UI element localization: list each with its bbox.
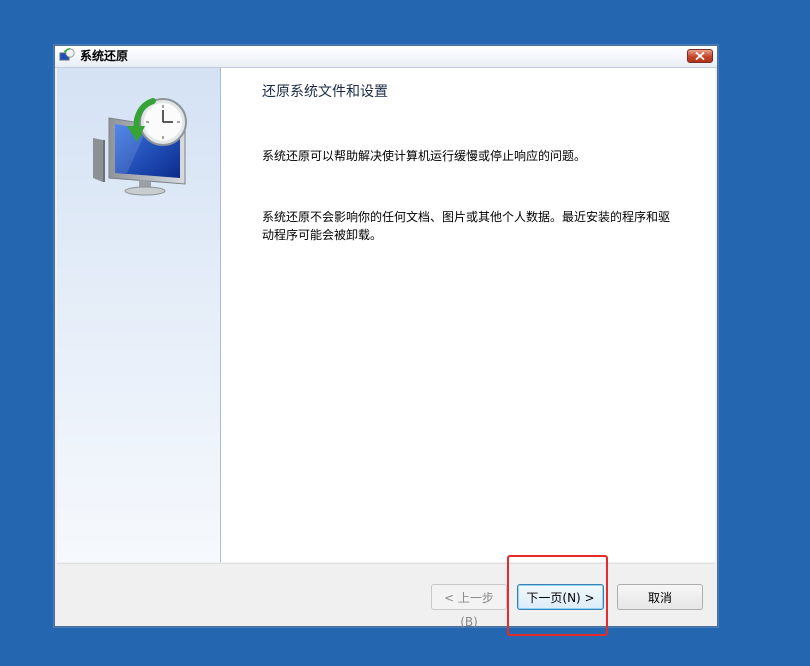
system-restore-window: 系统还原 还原系统文件和设置 系统还原可以帮助解决使计算机运行缓慢或停止响应的问… <box>54 45 718 629</box>
content-panel: 还原系统文件和设置 系统还原可以帮助解决使计算机运行缓慢或停止响应的问题。 系统… <box>221 68 715 562</box>
description-paragraph-1: 系统还原可以帮助解决使计算机运行缓慢或停止响应的问题。 <box>262 149 587 163</box>
button-bar: < 上一步(B) 下一页(N) > 取消 <box>57 563 715 629</box>
back-button[interactable]: < 上一步(B) <box>431 584 507 629</box>
cancel-button[interactable]: 取消 <box>617 584 703 610</box>
left-panel <box>57 68 221 562</box>
window-title: 系统还原 <box>80 49 129 63</box>
system-restore-monitor-clock-icon <box>87 96 197 200</box>
close-button[interactable] <box>687 49 713 63</box>
system-restore-icon <box>59 48 75 64</box>
title-bar[interactable]: 系统还原 <box>55 46 717 68</box>
description-paragraph-2: 系统还原不会影响你的任何文档、图片或其他个人数据。最近安装的程序和驱动程序可能会… <box>262 210 671 242</box>
close-icon <box>695 52 705 60</box>
next-button-highlight-box <box>507 555 608 636</box>
page-heading: 还原系统文件和设置 <box>262 84 388 100</box>
